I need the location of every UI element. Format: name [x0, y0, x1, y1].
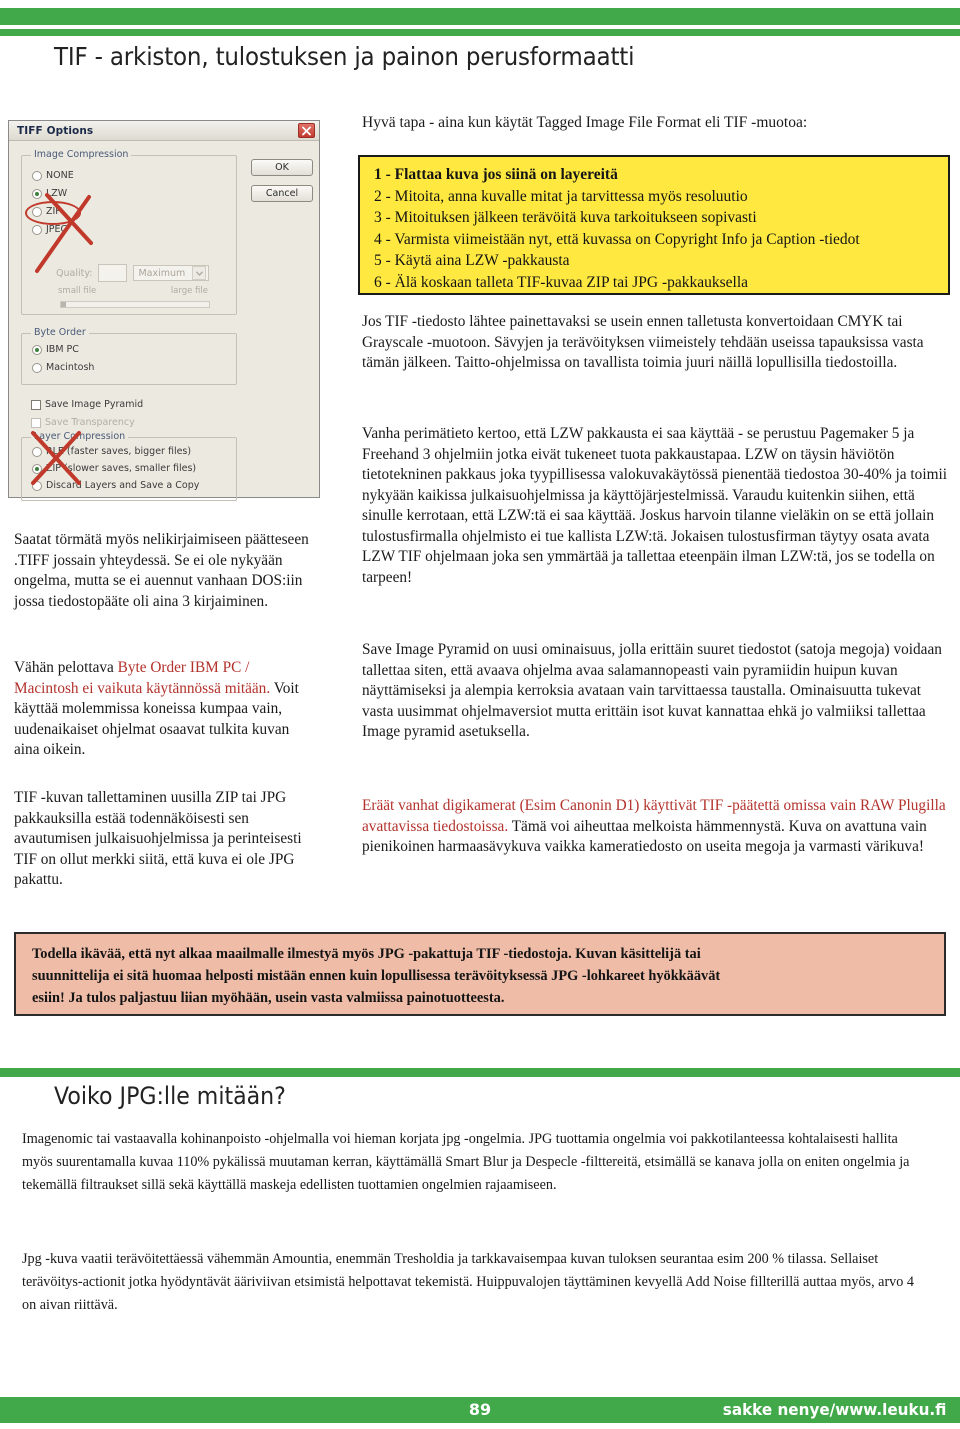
radio-icon — [32, 446, 42, 457]
radio-icon — [32, 170, 42, 181]
page-title: TIF - arkiston, tulostuksen ja painon pe… — [54, 42, 635, 71]
quality-input[interactable] — [98, 264, 128, 282]
image-compression-group: Image Compression NONE LZW ZIP JPEG Qual… — [21, 149, 237, 315]
radio-compression-jpeg[interactable]: JPEG — [32, 224, 68, 235]
right-paragraph-3: Save Image Pyramid on uusi ominaisuus, j… — [362, 641, 942, 740]
byte-order-legend: Byte Order — [31, 327, 89, 338]
checkbox-label: Save Transparency — [45, 417, 135, 428]
cancel-button[interactable]: Cancel — [251, 185, 313, 202]
image-compression-legend: Image Compression — [31, 149, 132, 160]
radio-icon — [32, 188, 42, 199]
chevron-down-icon — [192, 266, 207, 280]
radio-label: ZIP (slower saves, smaller files) — [46, 463, 197, 474]
right-paragraph-1: Jos TIF -tiedosto lähtee painettavaksi s… — [362, 313, 924, 371]
close-icon[interactable] — [298, 123, 315, 138]
left-paragraph-1: Saatat törmätä myös nelikirjaimiseen pää… — [14, 531, 309, 610]
section2-paragraph-2: Jpg -kuva vaatii terävöitettäessä vähemm… — [22, 1251, 914, 1313]
right-paragraph-4: Eräät vanhat digikamerat (Esim Canonin D… — [362, 796, 950, 858]
radio-icon — [32, 344, 42, 355]
radio-label: Discard Layers and Save a Copy — [46, 480, 200, 491]
checkbox-icon — [31, 417, 41, 428]
radio-icon — [32, 463, 42, 474]
radio-label: LZW — [46, 188, 68, 199]
layer-compression-group: Layer Compression RLE (faster saves, big… — [21, 431, 237, 501]
left-paragraph-3: TIF -kuvan tallettaminen uusilla ZIP tai… — [14, 789, 302, 888]
radio-icon — [32, 224, 42, 235]
section-title: Voiko JPG:lle mitään? — [54, 1082, 286, 1110]
quality-slider[interactable] — [60, 301, 210, 308]
quality-preset-select[interactable]: Maximum — [133, 265, 210, 281]
section2-paragraph-1: Imagenomic tai vastaavalla kohinanpoisto… — [22, 1131, 910, 1193]
quality-row: Quality: Maximum — [56, 264, 210, 282]
callout-line: esiin! Ja tulos paljastuu liian myöhään,… — [32, 990, 505, 1006]
quality-label: Quality: — [56, 267, 93, 279]
dialog-titlebar[interactable]: TIFF Options — [9, 121, 319, 141]
radio-layer-discard[interactable]: Discard Layers and Save a Copy — [32, 480, 199, 491]
slider-min-label: small file — [58, 286, 97, 296]
radio-label: NONE — [46, 170, 74, 181]
warning-callout-box: Todella ikävää, että nyt alkaa maailmall… — [14, 932, 946, 1016]
callout-line: Todella ikävää, että nyt alkaa maailmall… — [32, 946, 701, 962]
slider-thumb[interactable] — [61, 302, 66, 307]
radio-label: ZIP — [46, 206, 62, 217]
radio-icon — [32, 362, 42, 373]
checklist-item: 5 - Käytä aina LZW -pakkausta — [374, 252, 570, 269]
tiff-options-dialog: TIFF Options Image Compression NONE LZW … — [8, 120, 320, 501]
radio-compression-lzw[interactable]: LZW — [32, 188, 67, 199]
right-paragraph-2: Vanha perimätieto kertoo, että LZW pakka… — [362, 425, 947, 586]
checklist-item: 3 - Mitoituksen jälkeen terävöitä kuva t… — [374, 209, 757, 226]
radio-layer-zip[interactable]: ZIP (slower saves, smaller files) — [32, 463, 196, 474]
checklist-item: 2 - Mitoita, anna kuvalle mitat ja tarvi… — [374, 187, 748, 205]
checkbox-label: Save Image Pyramid — [45, 399, 144, 410]
tif-checklist-box: 1 - Flattaa kuva jos siinä on layereitä … — [358, 155, 950, 295]
header-green-bar-top — [0, 8, 960, 25]
footer-credit: sakke nenye/www.leuku.fi — [722, 1400, 946, 1419]
slider-max-label: large file — [170, 286, 208, 296]
radio-label: JPEG — [46, 224, 68, 235]
intro-line: Hyvä tapa - aina kun käytät Tagged Image… — [362, 114, 808, 131]
header-green-bar-bottom — [0, 29, 960, 36]
radio-byte-order-macintosh[interactable]: Macintosh — [32, 362, 94, 373]
quality-slider-labels: small file large file — [58, 286, 208, 296]
layer-compression-legend: Layer Compression — [31, 431, 129, 442]
radio-icon — [32, 480, 42, 491]
checkbox-save-transparency: Save Transparency — [31, 417, 135, 428]
checkbox-icon — [31, 399, 41, 410]
radio-label: RLE (faster saves, bigger files) — [46, 446, 192, 457]
dialog-title: TIFF Options — [17, 125, 94, 137]
left-paragraph-2-lead: Vähän pelottava — [14, 659, 118, 676]
radio-compression-zip[interactable]: ZIP — [32, 206, 61, 217]
dialog-body: Image Compression NONE LZW ZIP JPEG Qual… — [9, 141, 319, 501]
checklist-item: 4 - Varmista viimeistään nyt, että kuvas… — [374, 230, 860, 248]
callout-line: suunnittelija ei sitä huomaa helposti mi… — [32, 968, 721, 984]
radio-layer-rle[interactable]: RLE (faster saves, bigger files) — [32, 446, 191, 457]
ok-button[interactable]: OK — [251, 159, 313, 176]
radio-byte-order-ibm-pc[interactable]: IBM PC — [32, 344, 79, 355]
checklist-item: 6 - Älä koskaan talleta TIF-kuvaa ZIP ta… — [374, 273, 749, 291]
radio-icon — [32, 206, 42, 217]
checklist-item: 1 - Flattaa kuva jos siinä on layereitä — [374, 166, 618, 183]
section-divider-green-bar — [0, 1068, 960, 1077]
checkbox-save-image-pyramid[interactable]: Save Image Pyramid — [31, 399, 143, 410]
byte-order-group: Byte Order IBM PC Macintosh — [21, 327, 237, 385]
quality-preset-value: Maximum — [138, 267, 186, 279]
radio-label: Macintosh — [46, 362, 95, 373]
radio-compression-none[interactable]: NONE — [32, 170, 74, 181]
radio-label: IBM PC — [46, 344, 79, 355]
left-paragraph-2: Vähän pelottava Byte Order IBM PC / Maci… — [14, 658, 314, 761]
